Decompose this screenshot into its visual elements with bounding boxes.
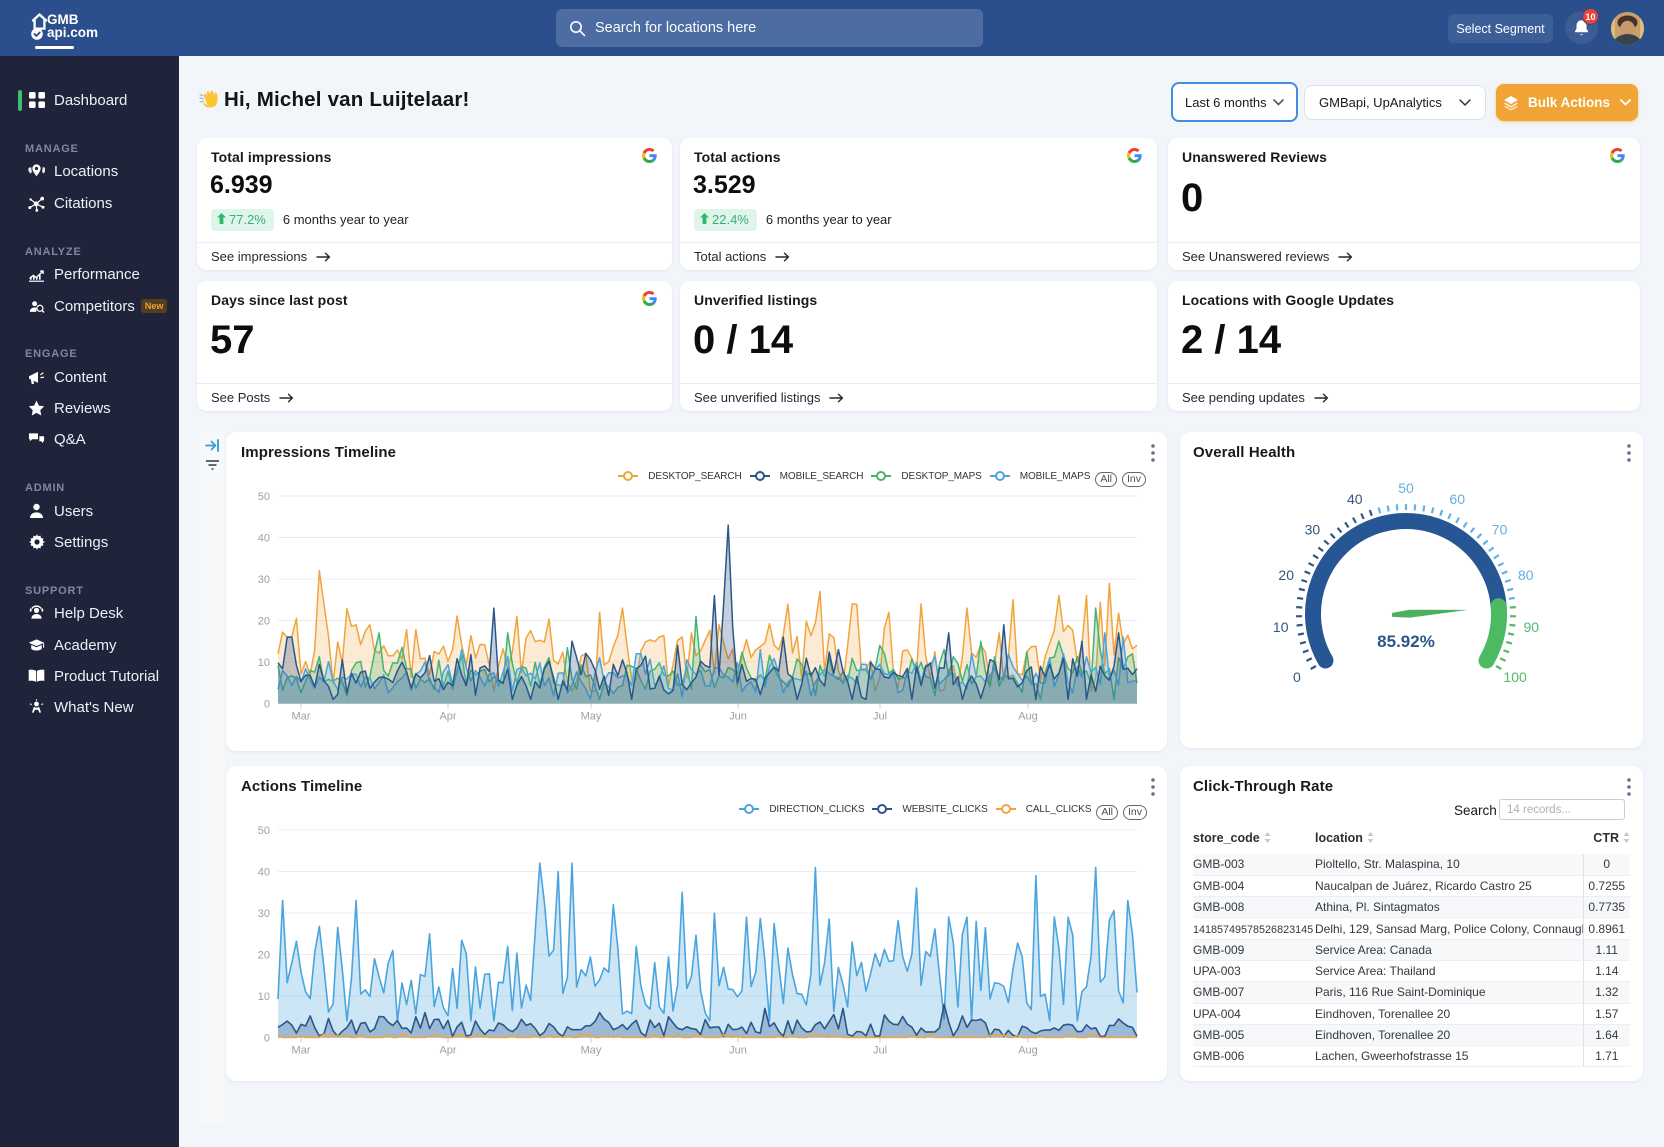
svg-text:30: 30 — [258, 908, 270, 920]
svg-text:80: 80 — [1518, 567, 1534, 583]
svg-text:Jun: Jun — [729, 1045, 747, 1057]
svg-text:70: 70 — [1492, 522, 1508, 538]
svg-text:50: 50 — [1398, 480, 1414, 496]
svg-text:20: 20 — [258, 616, 270, 628]
svg-text:Mar: Mar — [292, 711, 311, 723]
svg-text:0: 0 — [1293, 669, 1301, 685]
svg-text:Mar: Mar — [292, 1045, 311, 1057]
svg-text:10: 10 — [258, 657, 270, 669]
svg-text:Jul: Jul — [873, 711, 887, 723]
svg-text:100: 100 — [1503, 669, 1527, 685]
svg-text:Jul: Jul — [873, 1045, 887, 1057]
svg-text:50: 50 — [258, 491, 270, 503]
svg-text:Apr: Apr — [439, 1045, 456, 1057]
svg-text:90: 90 — [1524, 619, 1540, 635]
svg-text:Aug: Aug — [1018, 1045, 1038, 1057]
svg-text:85.92%: 85.92% — [1377, 632, 1435, 651]
svg-text:20: 20 — [1278, 567, 1294, 583]
svg-text:40: 40 — [258, 867, 270, 879]
svg-text:Jun: Jun — [729, 711, 747, 723]
svg-text:10: 10 — [1273, 619, 1289, 635]
svg-text:0: 0 — [264, 699, 270, 711]
svg-text:40: 40 — [1347, 491, 1363, 507]
svg-text:Apr: Apr — [439, 711, 456, 723]
svg-text:10: 10 — [258, 991, 270, 1003]
svg-text:30: 30 — [258, 574, 270, 586]
svg-text:0: 0 — [264, 1033, 270, 1045]
svg-text:40: 40 — [258, 533, 270, 545]
svg-text:60: 60 — [1449, 491, 1465, 507]
svg-text:May: May — [581, 711, 602, 723]
svg-text:30: 30 — [1305, 522, 1321, 538]
svg-text:Aug: Aug — [1018, 711, 1038, 723]
svg-text:50: 50 — [258, 825, 270, 837]
svg-text:20: 20 — [258, 950, 270, 962]
svg-text:May: May — [581, 1045, 602, 1057]
